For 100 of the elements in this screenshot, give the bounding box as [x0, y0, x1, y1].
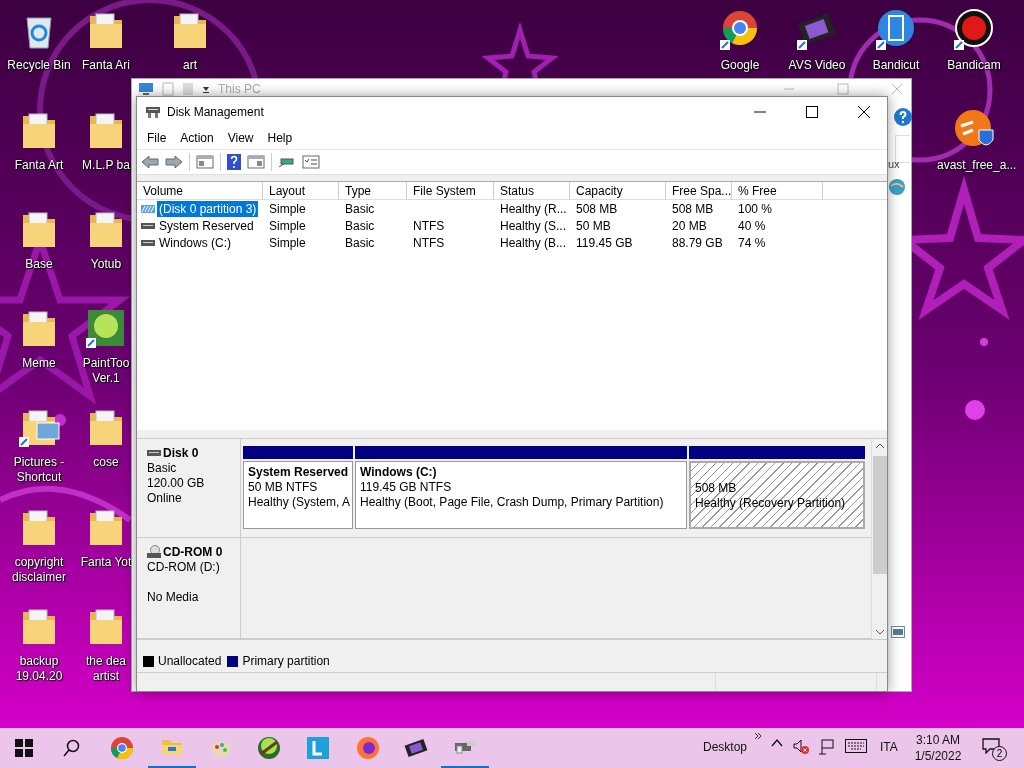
column-header[interactable]: % Free [732, 182, 823, 200]
action-pane-icon[interactable] [247, 154, 265, 170]
table-cell: 50 MB [576, 218, 611, 233]
desktop-icon-label[interactable]: copyright disclaimer [1, 555, 77, 585]
disk-detail: Basic [147, 461, 178, 476]
desktop-icon-label[interactable]: Fanta Yot [80, 555, 132, 570]
column-header[interactable]: Free Spa... [666, 182, 732, 200]
desktop-icon-label[interactable]: Bandicut [872, 58, 920, 73]
menu-item[interactable]: File [140, 131, 174, 145]
window-title: Disk Management [167, 105, 264, 119]
record-icon[interactable] [952, 8, 996, 52]
partition-block[interactable]: Windows (C:) 119.45 GB NTFS Healthy (Boot, Page File, Crash Dump, Primary Partition) [355, 461, 687, 529]
checklist-icon[interactable] [302, 154, 320, 170]
scrollbar[interactable] [871, 439, 887, 639]
table-cell: 508 MB [576, 201, 618, 216]
desktop-icon-label[interactable]: the dea artist [80, 654, 132, 684]
app-icon [257, 736, 281, 760]
desktop-icon-label[interactable]: Fanta Art [14, 158, 64, 173]
network-icon[interactable] [818, 739, 834, 755]
desktop-icon-label[interactable]: Google [720, 58, 760, 73]
column-header[interactable]: Capacity [570, 182, 666, 200]
column-header[interactable]: Layout [263, 182, 339, 200]
back-arrow-icon[interactable] [141, 154, 159, 170]
partition-status: Healthy (Recovery Partition) [695, 496, 847, 511]
scroll-down-icon[interactable] [874, 628, 885, 636]
partition-size: 50 MB NTFS [248, 480, 319, 495]
legend-label: Primary partition [242, 654, 330, 668]
desktop-icon-label[interactable]: backup 19.04.20 [1, 654, 77, 684]
table-cell: Basic [345, 201, 375, 216]
desktop-icon-label[interactable]: Fanta Ari [82, 58, 130, 73]
desktop-icon-label[interactable]: Yotub [90, 257, 122, 272]
browser-icon [110, 736, 134, 760]
table-cell: Healthy (S... [500, 218, 567, 233]
search-icon[interactable] [63, 739, 81, 757]
keyboard-icon[interactable] [845, 739, 867, 753]
table-cell: Simple [269, 235, 306, 250]
clock[interactable]: 3:10 AM 1/5/2022 [906, 732, 970, 764]
table-cell: NTFS [413, 218, 445, 233]
volume-name[interactable]: System Reserved [157, 217, 256, 234]
search-field[interactable] [895, 135, 910, 163]
desktop-icon-label[interactable]: AVS Video [788, 58, 846, 73]
forward-arrow-icon[interactable] [165, 154, 183, 170]
column-header[interactable]: Type [339, 182, 407, 200]
language-indicator[interactable]: ITA [880, 740, 898, 754]
desktop-icon-label[interactable]: PaintToo Ver.1 [80, 356, 132, 386]
table-cell: 100 % [738, 201, 773, 216]
table-cell: 508 MB [672, 201, 714, 216]
table-cell: 20 MB [672, 218, 707, 233]
partition-title: System Reserved [248, 465, 348, 480]
caret-up-icon[interactable] [771, 739, 783, 747]
desktop-icon-label[interactable]: Recycle Bin [7, 58, 71, 73]
letter-tile-icon [306, 736, 330, 760]
console-tree-icon[interactable] [196, 154, 214, 170]
notification-count: 2 [992, 746, 1007, 761]
windows-start-icon[interactable] [15, 739, 33, 757]
disk-management-icon [145, 104, 161, 120]
disk-detail: Online [147, 491, 183, 506]
chevron-icon[interactable] [754, 732, 762, 740]
maximize-icon [806, 106, 818, 118]
globe-icon [888, 178, 906, 196]
desktop-icon-label[interactable]: Base [25, 257, 53, 272]
help-icon[interactable] [227, 154, 241, 170]
volume-name[interactable]: (Disk 0 partition 3) [157, 200, 259, 217]
table-cell: Healthy (R... [500, 201, 567, 216]
table-cell: Simple [269, 201, 306, 216]
partition-status: Healthy (Boot, Page File, Crash Dump, Primary Partition) [360, 495, 665, 510]
muted-speaker-icon[interactable] [793, 739, 809, 755]
desktop-icon-label[interactable]: M.L.P ba [82, 158, 130, 173]
partition-title: Windows (C:) [360, 465, 438, 480]
desktop-toolbar-label[interactable]: Desktop [703, 740, 748, 754]
menu-item[interactable]: Action [173, 131, 221, 145]
column-header[interactable]: Status [494, 182, 570, 200]
legend-label: Unallocated [158, 654, 222, 668]
volume-name[interactable]: Windows (C:) [157, 234, 233, 251]
partition-block[interactable]: 508 MB Healthy (Recovery Partition) [689, 461, 865, 529]
disk-detail: No Media [147, 590, 200, 605]
table-cell: 119.45 GB [576, 235, 633, 250]
menu-item[interactable]: View [220, 131, 261, 145]
drive-icon [141, 238, 155, 247]
column-header[interactable]: File System [407, 182, 494, 200]
desktop-icon-label[interactable]: Pictures - Shortcut [1, 455, 77, 485]
notification-button[interactable]: 2 [980, 736, 1006, 762]
column-header[interactable]: Volume [137, 182, 263, 200]
menu-item[interactable]: Help [260, 131, 300, 145]
partition-size: 508 MB [695, 481, 738, 496]
scroll-up-icon[interactable] [874, 442, 885, 450]
desktop-icon-label[interactable]: art [183, 58, 197, 73]
disk-name: CD-ROM 0 [163, 545, 223, 559]
table-cell: Simple [269, 218, 306, 233]
browser-icon [356, 736, 380, 760]
desktop-icon-label[interactable]: Bandicam [947, 58, 1001, 73]
help-icon[interactable] [894, 108, 912, 126]
partition-status: Healthy (System, A [248, 495, 348, 510]
monitor-icon [138, 82, 154, 96]
table-cell: 88.79 GB [672, 235, 723, 250]
image-icon [891, 626, 905, 638]
desktop-icon-label[interactable]: cose [93, 455, 119, 470]
desktop-icon-label[interactable]: Meme [22, 356, 56, 371]
partition-block[interactable]: System Reserved 50 MB NTFS Healthy (System, A [243, 461, 353, 529]
dropdown-icon[interactable] [202, 85, 210, 93]
